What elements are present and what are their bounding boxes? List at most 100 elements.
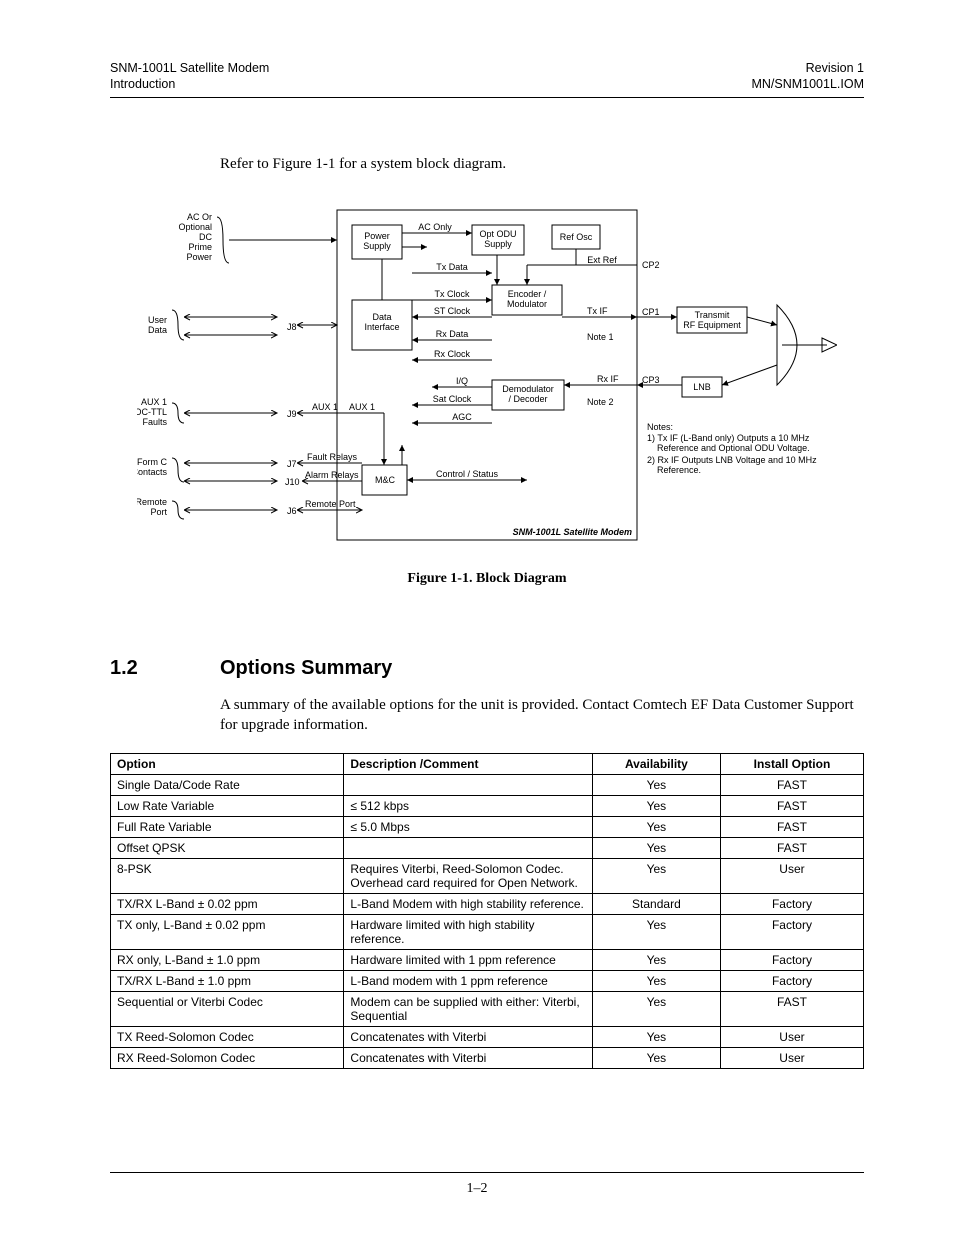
table-cell: Yes <box>592 817 720 838</box>
th-desc: Description /Comment <box>344 754 592 775</box>
figure-caption: Figure 1-1. Block Diagram <box>110 571 864 587</box>
svg-text:AUX 1OC-TTLFaults: AUX 1OC-TTLFaults <box>137 397 167 427</box>
table-cell: Concatenates with Viterbi <box>344 1048 592 1069</box>
header-left-2: Introduction <box>110 76 269 92</box>
svg-text:UserData: UserData <box>148 315 167 335</box>
svg-text:AUX 1: AUX 1 <box>349 402 375 412</box>
svg-text:Tx IF: Tx IF <box>587 306 608 316</box>
svg-text:Alarm Relays: Alarm Relays <box>305 470 359 480</box>
svg-text:Encoder /Modulator: Encoder /Modulator <box>507 289 547 309</box>
footer-rule <box>110 1172 864 1173</box>
table-cell: Yes <box>592 992 720 1027</box>
table-cell <box>344 838 592 859</box>
table-cell <box>344 775 592 796</box>
table-cell: TX Reed-Solomon Codec <box>111 1027 344 1048</box>
svg-text:AUX 1: AUX 1 <box>312 402 338 412</box>
svg-text:PowerSupply: PowerSupply <box>363 231 391 251</box>
table-cell: Sequential or Viterbi Codec <box>111 992 344 1027</box>
svg-text:Demodulator/ Decoder: Demodulator/ Decoder <box>502 384 554 404</box>
svg-text:Note 2: Note 2 <box>587 397 614 407</box>
table-row: RX only, L-Band ± 1.0 ppmHardware limite… <box>111 950 864 971</box>
table-cell: TX/RX L-Band ± 0.02 ppm <box>111 894 344 915</box>
block-diagram-figure: SNM-1001L Satellite Modem AC OrOptionalD… <box>110 205 864 545</box>
page-footer: 1–2 <box>0 1172 954 1197</box>
table-cell: Yes <box>592 775 720 796</box>
svg-text:Tx Clock: Tx Clock <box>434 289 470 299</box>
table-row: TX only, L-Band ± 0.02 ppmHardware limit… <box>111 915 864 950</box>
table-cell: RX only, L-Band ± 1.0 ppm <box>111 950 344 971</box>
svg-text:RemotePort: RemotePort <box>137 497 167 517</box>
table-cell: ≤ 5.0 Mbps <box>344 817 592 838</box>
table-cell: Factory <box>720 915 863 950</box>
svg-text:Fault Relays: Fault Relays <box>307 452 358 462</box>
table-cell: Concatenates with Viterbi <box>344 1027 592 1048</box>
table-cell: TX/RX L-Band ± 1.0 ppm <box>111 971 344 992</box>
header-rule <box>110 97 864 98</box>
table-row: Sequential or Viterbi CodecModem can be … <box>111 992 864 1027</box>
svg-text:TransmitRF Equipment: TransmitRF Equipment <box>683 310 741 330</box>
table-cell: Yes <box>592 838 720 859</box>
svg-text:Ext Ref: Ext Ref <box>587 255 617 265</box>
intro-paragraph: Refer to Figure 1-1 for a system block d… <box>220 156 864 173</box>
table-row: TX/RX L-Band ± 0.02 ppmL-Band Modem with… <box>111 894 864 915</box>
table-cell: Yes <box>592 1048 720 1069</box>
header-left-1: SNM-1001L Satellite Modem <box>110 60 269 76</box>
table-cell: FAST <box>720 817 863 838</box>
svg-text:LNB: LNB <box>693 382 711 392</box>
svg-text:Rx Clock: Rx Clock <box>434 349 471 359</box>
table-row: TX/RX L-Band ± 1.0 ppmL-Band modem with … <box>111 971 864 992</box>
table-cell: RX Reed-Solomon Codec <box>111 1048 344 1069</box>
th-option: Option <box>111 754 344 775</box>
table-cell: FAST <box>720 775 863 796</box>
svg-text:ST Clock: ST Clock <box>434 306 471 316</box>
svg-text:CP1: CP1 <box>642 307 660 317</box>
table-cell: Yes <box>592 859 720 894</box>
svg-text:J7: J7 <box>287 459 297 469</box>
section-heading: 1.2 Options Summary <box>110 657 864 680</box>
svg-text:Control / Status: Control / Status <box>436 469 499 479</box>
table-cell: Hardware limited with 1 ppm reference <box>344 950 592 971</box>
table-cell: Factory <box>720 894 863 915</box>
table-cell: L-Band modem with 1 ppm reference <box>344 971 592 992</box>
table-cell: L-Band Modem with high stability referen… <box>344 894 592 915</box>
table-row: Full Rate Variable≤ 5.0 MbpsYesFAST <box>111 817 864 838</box>
table-cell: Factory <box>720 971 863 992</box>
table-cell: Standard <box>592 894 720 915</box>
header-right-1: Revision 1 <box>751 60 864 76</box>
table-cell: Full Rate Variable <box>111 817 344 838</box>
svg-text:Tx Data: Tx Data <box>436 262 468 272</box>
svg-text:I/Q: I/Q <box>456 376 468 386</box>
svg-text:Note 1: Note 1 <box>587 332 614 342</box>
section-body: A summary of the available options for t… <box>220 695 864 736</box>
table-cell: Hardware limited with high stability ref… <box>344 915 592 950</box>
svg-text:Remote Port: Remote Port <box>305 499 356 509</box>
svg-text:J10: J10 <box>285 477 300 487</box>
svg-text:AC Only: AC Only <box>418 222 452 232</box>
svg-text:CP3: CP3 <box>642 375 660 385</box>
table-row: TX Reed-Solomon CodecConcatenates with V… <box>111 1027 864 1048</box>
svg-text:DataInterface: DataInterface <box>364 312 399 332</box>
table-cell: Yes <box>592 971 720 992</box>
table-cell: Yes <box>592 915 720 950</box>
page-header: SNM-1001L Satellite Modem Introduction R… <box>110 60 864 93</box>
table-row: Single Data/Code RateYesFAST <box>111 775 864 796</box>
table-cell: User <box>720 1027 863 1048</box>
table-cell: Yes <box>592 1027 720 1048</box>
page-number: 1–2 <box>467 1181 488 1196</box>
table-cell: TX only, L-Band ± 0.02 ppm <box>111 915 344 950</box>
svg-text:1) Tx IF (L-Band only) Outputs: 1) Tx IF (L-Band only) Outputs a 10 MHzR… <box>647 433 810 453</box>
table-cell: FAST <box>720 838 863 859</box>
table-row: 8-PSKRequires Viterbi, Reed-Solomon Code… <box>111 859 864 894</box>
svg-text:AC OrOptionalDCPrimePower: AC OrOptionalDCPrimePower <box>178 212 212 262</box>
table-cell: Factory <box>720 950 863 971</box>
diagram-caption-inside: SNM-1001L Satellite Modem <box>513 527 632 537</box>
svg-text:Rx Data: Rx Data <box>436 329 469 339</box>
svg-text:J8: J8 <box>287 322 297 332</box>
table-cell: Low Rate Variable <box>111 796 344 817</box>
section-number: 1.2 <box>110 657 220 680</box>
table-cell: FAST <box>720 796 863 817</box>
header-right-2: MN/SNM1001L.IOM <box>751 76 864 92</box>
table-cell: Offset QPSK <box>111 838 344 859</box>
th-avail: Availability <box>592 754 720 775</box>
svg-text:M&C: M&C <box>375 475 396 485</box>
